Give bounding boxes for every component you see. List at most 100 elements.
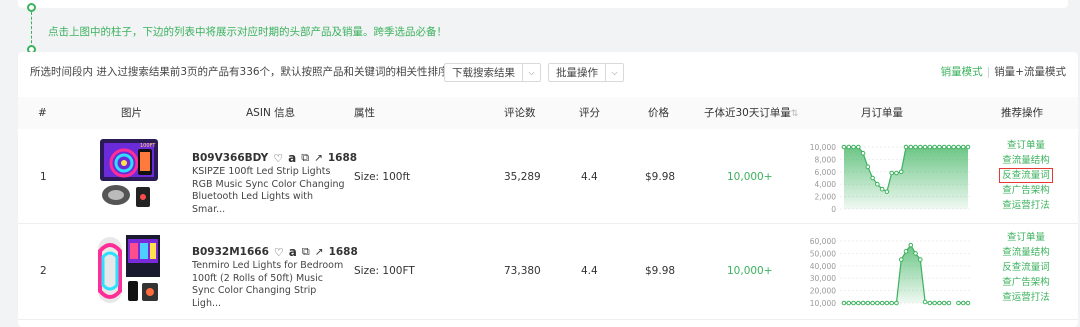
action-link[interactable]: 查流量结构	[1002, 247, 1050, 258]
external-link-icon[interactable]: ↗	[314, 152, 323, 164]
mode-sales-traffic-tab[interactable]: 销量+流量模式	[994, 66, 1066, 78]
batch-actions-button[interactable]: 批量操作 ⌵	[548, 63, 624, 82]
action-link[interactable]: 反查流量词	[999, 168, 1053, 183]
chart-point[interactable]	[856, 144, 861, 150]
external-link-icon[interactable]: ↗	[315, 246, 324, 258]
chart-point[interactable]	[908, 242, 914, 248]
chart-point[interactable]	[870, 300, 875, 306]
action-link[interactable]: 查流量结构	[1002, 155, 1050, 166]
chart-point[interactable]	[875, 181, 880, 187]
amazon-icon[interactable]: a	[289, 245, 297, 259]
chart-point[interactable]	[913, 144, 918, 150]
chart-point[interactable]	[889, 300, 894, 306]
chart-point[interactable]	[922, 299, 928, 305]
action-list: 查订单量查流量结构反查流量词查广告架构查运营打法	[991, 138, 1061, 213]
chart-point[interactable]	[913, 251, 918, 256]
chart-point[interactable]	[851, 144, 856, 150]
chart-y-tick: 4,000	[815, 180, 837, 189]
product-title[interactable]: KSIPZE 100ft Led Strip Lights RGB Music …	[192, 166, 347, 216]
action-link[interactable]: 查订单量	[1007, 140, 1045, 151]
chart-point[interactable]	[965, 144, 971, 150]
chart-point[interactable]	[889, 170, 894, 176]
chart-point[interactable]	[860, 300, 866, 306]
action-link[interactable]: 查运营打法	[1002, 292, 1050, 303]
asin-code[interactable]: B09V366BDY	[192, 152, 268, 164]
chart-point[interactable]	[894, 300, 899, 306]
chart-point[interactable]	[918, 144, 923, 150]
sort-icon[interactable]: ⇅	[791, 109, 799, 119]
chart-y-tick: 30,000	[810, 274, 836, 283]
chart-point[interactable]	[965, 300, 971, 306]
chart-point[interactable]	[841, 300, 847, 306]
chart-point[interactable]	[956, 144, 961, 150]
chart-point[interactable]	[865, 164, 871, 170]
chart-point[interactable]	[951, 144, 956, 150]
heart-icon[interactable]: ♡	[273, 152, 283, 165]
col-rating: 评分	[579, 107, 600, 119]
product-image[interactable]: 100FT	[94, 137, 164, 215]
chart-point[interactable]	[875, 300, 880, 306]
chevron-down-icon[interactable]: ⌵	[522, 64, 540, 81]
chart-point[interactable]	[960, 300, 966, 306]
chart-point[interactable]	[898, 169, 904, 175]
action-link[interactable]: 查广告架构	[1002, 185, 1050, 196]
monthly-orders-chart[interactable]: 60,000 50,000 40,000 30,000 20,000 10,000	[796, 231, 976, 311]
asin-code[interactable]: B0932M1666	[192, 246, 269, 258]
chart-point[interactable]	[937, 300, 942, 306]
heart-icon[interactable]: ♡	[274, 246, 284, 259]
product-image[interactable]	[94, 231, 164, 309]
chevron-down-icon[interactable]: ⌵	[605, 64, 623, 81]
chart-point[interactable]	[884, 189, 890, 194]
copy-icon[interactable]: ⧉	[301, 151, 309, 165]
tip-text: 点击上图中的柱子，下边的列表中将展示对应时期的头部产品及销量。跨季选品必备！	[48, 26, 447, 38]
chart-point[interactable]	[937, 144, 942, 150]
table-row: 1 100FT B09V366BDY ♡ a ⧉ ↗ 1688 KSIPZE 1…	[18, 129, 1078, 224]
chart-point[interactable]	[903, 249, 909, 254]
mode-sales-tab[interactable]: 销量模式	[941, 66, 983, 78]
chart-point[interactable]	[927, 300, 933, 306]
badge-1688[interactable]: 1688	[328, 152, 357, 164]
chart-point[interactable]	[960, 144, 966, 150]
action-link[interactable]: 反查流量词	[1002, 262, 1050, 273]
badge-1688[interactable]: 1688	[329, 246, 358, 258]
results-card: 所选时间段内 进入过搜索结果前3页的产品有336个，默认按照产品和关键词的相关性…	[18, 52, 1078, 327]
chart-point[interactable]	[860, 150, 866, 156]
action-link[interactable]: 查广告架构	[1002, 277, 1050, 288]
col-orders-30d-label: 子体近30天订单量	[704, 107, 791, 119]
chart-point[interactable]	[946, 300, 952, 306]
chart-point[interactable]	[884, 300, 890, 306]
chart-point[interactable]	[932, 300, 937, 306]
product-reviews: 73,380	[504, 265, 541, 277]
col-asin: ASIN 信息	[246, 107, 296, 119]
action-link[interactable]: 查运营打法	[1002, 200, 1050, 211]
copy-icon[interactable]: ⧉	[302, 245, 310, 259]
chart-point[interactable]	[865, 300, 871, 306]
chart-point[interactable]	[908, 144, 914, 150]
chart-point[interactable]	[922, 144, 928, 150]
chart-point[interactable]	[879, 186, 885, 192]
chart-point[interactable]	[846, 300, 852, 306]
chart-point[interactable]	[918, 257, 923, 262]
amazon-icon[interactable]: a	[288, 151, 296, 165]
chart-point[interactable]	[898, 257, 904, 262]
action-link[interactable]: 查订单量	[1007, 232, 1045, 243]
download-results-label: 下载搜索结果	[452, 67, 515, 79]
chart-point[interactable]	[894, 170, 899, 176]
chart-point[interactable]	[903, 144, 909, 150]
product-title[interactable]: Tenmiro Led Lights for Bedroom 100ft (2 …	[192, 260, 347, 310]
chart-point[interactable]	[941, 144, 947, 150]
chart-point[interactable]	[932, 144, 937, 150]
chart-point[interactable]	[927, 144, 933, 150]
chart-point[interactable]	[856, 300, 861, 306]
download-results-button[interactable]: 下载搜索结果 ⌵	[444, 63, 541, 82]
col-orders-30d[interactable]: 子体近30天订单量⇅	[704, 97, 798, 129]
chart-point[interactable]	[956, 300, 961, 306]
chart-point[interactable]	[870, 175, 875, 181]
monthly-orders-chart[interactable]: 10,000 8,000 6,000 4,000 2,000 0	[796, 137, 976, 217]
chart-point[interactable]	[879, 300, 885, 306]
chart-point[interactable]	[941, 300, 947, 306]
chart-point[interactable]	[841, 144, 847, 150]
chart-point[interactable]	[851, 300, 856, 306]
chart-point[interactable]	[846, 144, 852, 150]
chart-point[interactable]	[946, 144, 952, 150]
